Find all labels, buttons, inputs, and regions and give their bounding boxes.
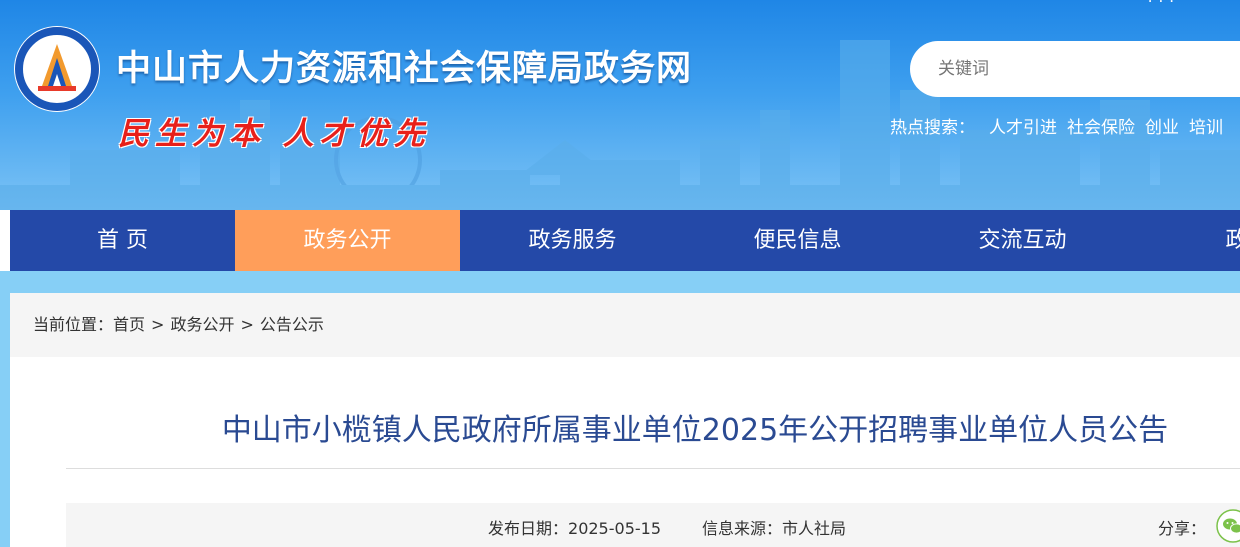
nav-item-gov-services[interactable]: 政务服务	[460, 210, 685, 271]
publish-date-label: 发布日期：	[488, 519, 569, 538]
breadcrumb-item-home[interactable]: 首页	[113, 315, 145, 334]
hot-search-label: 热点搜索：	[890, 118, 975, 138]
breadcrumb-separator: >	[240, 315, 254, 334]
hot-search: 热点搜索： 人才引进 社会保险 创业 培训	[890, 113, 1233, 138]
info-source: 信息来源：市人社局	[702, 515, 846, 539]
title-divider	[66, 468, 1240, 469]
info-source-label: 信息来源：	[702, 519, 783, 538]
nav-item-policy[interactable]: 政策	[1135, 210, 1240, 271]
info-source-value: 市人社局	[782, 519, 847, 538]
city-skyline-image	[0, 40, 1240, 210]
breadcrumb-label: 当前位置：	[33, 315, 114, 334]
breadcrumb: 当前位置：首页 > 政务公开 > 公告公示	[10, 293, 1240, 357]
site-header: ... 中山市人力资源和社会保障局政务网 民生为本 人才优先 热点搜索： 人才引进…	[0, 0, 1240, 210]
hot-search-keyword[interactable]: 培训	[1189, 118, 1223, 138]
article-title: 中山市小榄镇人民政府所属事业单位2025年公开招聘事业单位人员公告	[221, 413, 1169, 448]
hot-search-keyword[interactable]: 社会保险	[1067, 118, 1135, 138]
nav-item-home[interactable]: 首 页	[10, 210, 235, 271]
wechat-icon[interactable]	[1216, 509, 1240, 543]
share-label: 分享：	[1158, 519, 1207, 538]
nav-item-interaction[interactable]: 交流互动	[910, 210, 1135, 271]
content-panel: 当前位置：首页 > 政务公开 > 公告公示 中山市小榄镇人民政府所属事业单位2025年公…	[10, 293, 1240, 547]
publish-date: 发布日期：2025-05-15	[488, 515, 661, 539]
search-input[interactable]	[910, 41, 1240, 97]
main-nav: 首 页 政务公开 政务服务 便民信息 交流互动 政策	[10, 210, 1240, 271]
breadcrumb-separator: >	[151, 315, 165, 334]
breadcrumb-item-gov-affairs[interactable]: 政务公开	[170, 315, 234, 334]
top-links[interactable]: ...	[1148, 0, 1180, 6]
site-slogan: 民生为本 人才优先	[118, 116, 431, 152]
nav-item-public-info[interactable]: 便民信息	[685, 210, 910, 271]
article-meta: 发布日期：2025-05-15 信息来源：市人社局 分享：	[66, 503, 1240, 547]
breadcrumb-item-notices[interactable]: 公告公示	[260, 315, 324, 334]
nav-item-gov-affairs[interactable]: 政务公开	[235, 210, 460, 271]
hrss-emblem-icon[interactable]	[12, 24, 102, 114]
hot-search-keyword[interactable]: 创业	[1145, 118, 1179, 138]
site-title[interactable]: 中山市人力资源和社会保障局政务网	[116, 40, 692, 91]
hot-search-keyword[interactable]: 人才引进	[989, 118, 1057, 138]
publish-date-value: 2025-05-15	[568, 519, 661, 538]
